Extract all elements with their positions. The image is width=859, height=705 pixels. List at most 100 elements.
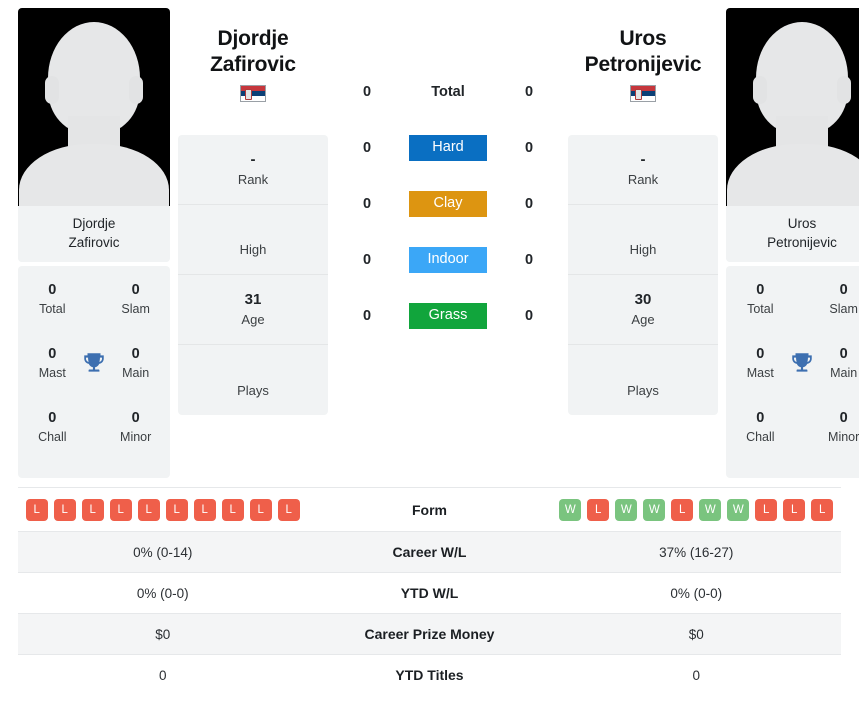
left-ytd-titles: 0 — [158, 667, 167, 683]
avatar-body-shape — [727, 144, 859, 206]
left-surface-clay-count: 0 — [362, 196, 372, 212]
right-player-photo-card[interactable]: Uros Petronijevic — [726, 8, 859, 262]
right-titles-row-3: 0 Chall 0 Minor — [726, 404, 859, 468]
form-badge-loss[interactable]: L — [25, 498, 48, 521]
flag-coat-of-arms — [245, 89, 252, 101]
right-titles-row-1: 0 Total 0 Slam — [726, 276, 859, 340]
form-badge-loss[interactable]: L — [587, 498, 610, 521]
flag-coat-of-arms — [635, 89, 642, 101]
right-titles-total: 0 Total — [736, 280, 785, 318]
left-trophy-icon-slot — [77, 344, 112, 376]
form-badge-win[interactable]: W — [643, 498, 666, 521]
left-titles-mast: 0 Mast — [28, 344, 77, 382]
left-titles-total-label: Total — [39, 302, 66, 316]
right-form-cell: WLWWLWWLLL — [552, 498, 842, 521]
right-age-value: 30 — [634, 291, 652, 308]
left-player-photo-caption: Djordje Zafirovic — [18, 206, 170, 262]
left-career-prize-money: $0 — [155, 626, 171, 642]
right-ytd-titles: 0 — [692, 667, 700, 683]
right-titles-total-value: 0 — [756, 282, 765, 298]
form-badge-loss[interactable]: L — [81, 498, 104, 521]
comparison-header: Djordje Zafirovic 0 Total 0 Slam 0 Mast … — [0, 0, 859, 487]
form-badge-loss[interactable]: L — [755, 498, 778, 521]
form-badge-loss[interactable]: L — [277, 498, 300, 521]
right-player-titles-card: 0 Total 0 Slam 0 Mast 0 Main 0 Chall 0 M… — [726, 266, 859, 478]
right-titles-minor-value: 0 — [839, 410, 848, 426]
left-high-label: High — [239, 242, 267, 257]
left-age-value: 31 — [244, 291, 262, 308]
left-player-photo-card[interactable]: Djordje Zafirovic — [18, 8, 170, 262]
right-surface-hard-count: 0 — [524, 140, 534, 156]
surface-label-grass-slot: Grass — [398, 303, 498, 329]
form-badge-win[interactable]: W — [615, 498, 638, 521]
comparison-stats-table: LLLLLLLLLL Form WLWWLWWLLL 0% (0-14) Car… — [18, 487, 841, 695]
form-badge-loss[interactable]: L — [165, 498, 188, 521]
table-row-career-wl: 0% (0-14) Career W/L 37% (16-27) — [18, 531, 841, 572]
form-badge-loss[interactable]: L — [249, 498, 272, 521]
left-titles-row-2: 0 Mast 0 Main — [18, 340, 170, 404]
form-badge-loss[interactable]: L — [193, 498, 216, 521]
right-surface-grass-count: 0 — [524, 308, 534, 324]
avatar-ear-left-shape — [753, 76, 767, 104]
form-badge-win[interactable]: W — [559, 498, 582, 521]
form-badge-loss[interactable]: L — [671, 498, 694, 521]
left-titles-row-1: 0 Total 0 Slam — [18, 276, 170, 340]
right-form-badges: WLWWLWWLLL — [552, 498, 842, 521]
surface-badge-hard[interactable]: Hard — [409, 135, 487, 161]
table-row-career-prize-money: $0 Career Prize Money $0 — [18, 613, 841, 654]
form-badge-loss[interactable]: L — [137, 498, 160, 521]
right-info-rank: - Rank — [568, 135, 718, 205]
right-player-info-card: - Rank High 30 Age Plays — [568, 135, 718, 415]
form-badge-win[interactable]: W — [699, 498, 722, 521]
left-player-titles-card: 0 Total 0 Slam 0 Mast 0 Main 0 Chall 0 M… — [18, 266, 170, 478]
right-titles-mast: 0 Mast — [736, 344, 785, 382]
surface-badge-clay[interactable]: Clay — [409, 191, 487, 217]
right-career-wl: 37% (16-27) — [659, 544, 734, 560]
left-career-wl: 0% (0-14) — [133, 544, 193, 560]
right-plays-label: Plays — [627, 382, 659, 398]
trophy-slot-spacer-2 — [77, 408, 112, 414]
surface-row-grass: 0 Grass 0 — [336, 288, 560, 344]
form-badge-loss[interactable]: L — [53, 498, 76, 521]
avatar-body-shape — [19, 144, 169, 206]
left-rank-value: - — [250, 151, 256, 168]
right-ytd-wl: 0% (0-0) — [670, 585, 723, 601]
left-surface-hard-count: 0 — [362, 140, 372, 156]
right-photo-caption-last: Petronijevic — [767, 235, 837, 250]
form-badge-loss[interactable]: L — [811, 498, 834, 521]
left-titles-main-value: 0 — [131, 346, 140, 362]
form-badge-win[interactable]: W — [727, 498, 750, 521]
left-info-rank: - Rank — [178, 135, 328, 205]
right-titles-minor: 0 Minor — [819, 408, 859, 446]
left-info-plays: Plays — [178, 345, 328, 415]
right-high-label: High — [629, 242, 657, 257]
right-titles-main-label: Main — [830, 366, 858, 380]
form-badge-loss[interactable]: L — [221, 498, 244, 521]
left-player-avatar-photo — [18, 8, 170, 206]
left-titles-slam-label: Slam — [121, 302, 150, 316]
right-player-column: Uros Petronijevic 0 Total 0 Slam 0 Mast … — [726, 8, 859, 478]
table-row-ytd-titles: 0 YTD Titles 0 — [18, 654, 841, 695]
right-titles-slam-value: 0 — [839, 282, 848, 298]
left-player-name: Djordje Zafirovic — [178, 26, 328, 78]
form-badge-loss[interactable]: L — [783, 498, 806, 521]
surface-badge-indoor[interactable]: Indoor — [409, 247, 487, 273]
left-player-first-name: Djordje — [217, 27, 289, 50]
form-badge-loss[interactable]: L — [109, 498, 132, 521]
surface-badge-grass[interactable]: Grass — [409, 303, 487, 329]
left-surface-grass-count: 0 — [362, 308, 372, 324]
right-info-plays: Plays — [568, 345, 718, 415]
surface-row-hard: 0 Hard 0 — [336, 120, 560, 176]
serbia-flag-icon — [240, 85, 266, 103]
right-age-label: Age — [631, 312, 655, 327]
left-age-label: Age — [241, 312, 265, 327]
surface-label-indoor-slot: Indoor — [398, 247, 498, 273]
left-titles-main: 0 Main — [111, 344, 160, 382]
right-titles-total-label: Total — [747, 302, 774, 316]
trophy-slot-spacer-4 — [785, 408, 820, 414]
right-player-name: Uros Petronijevic — [568, 26, 718, 78]
right-titles-main-value: 0 — [839, 346, 848, 362]
table-row-form: LLLLLLLLLL Form WLWWLWWLLL — [18, 487, 841, 531]
right-titles-slam-label: Slam — [829, 302, 858, 316]
right-player-flag-wrap — [568, 85, 718, 107]
